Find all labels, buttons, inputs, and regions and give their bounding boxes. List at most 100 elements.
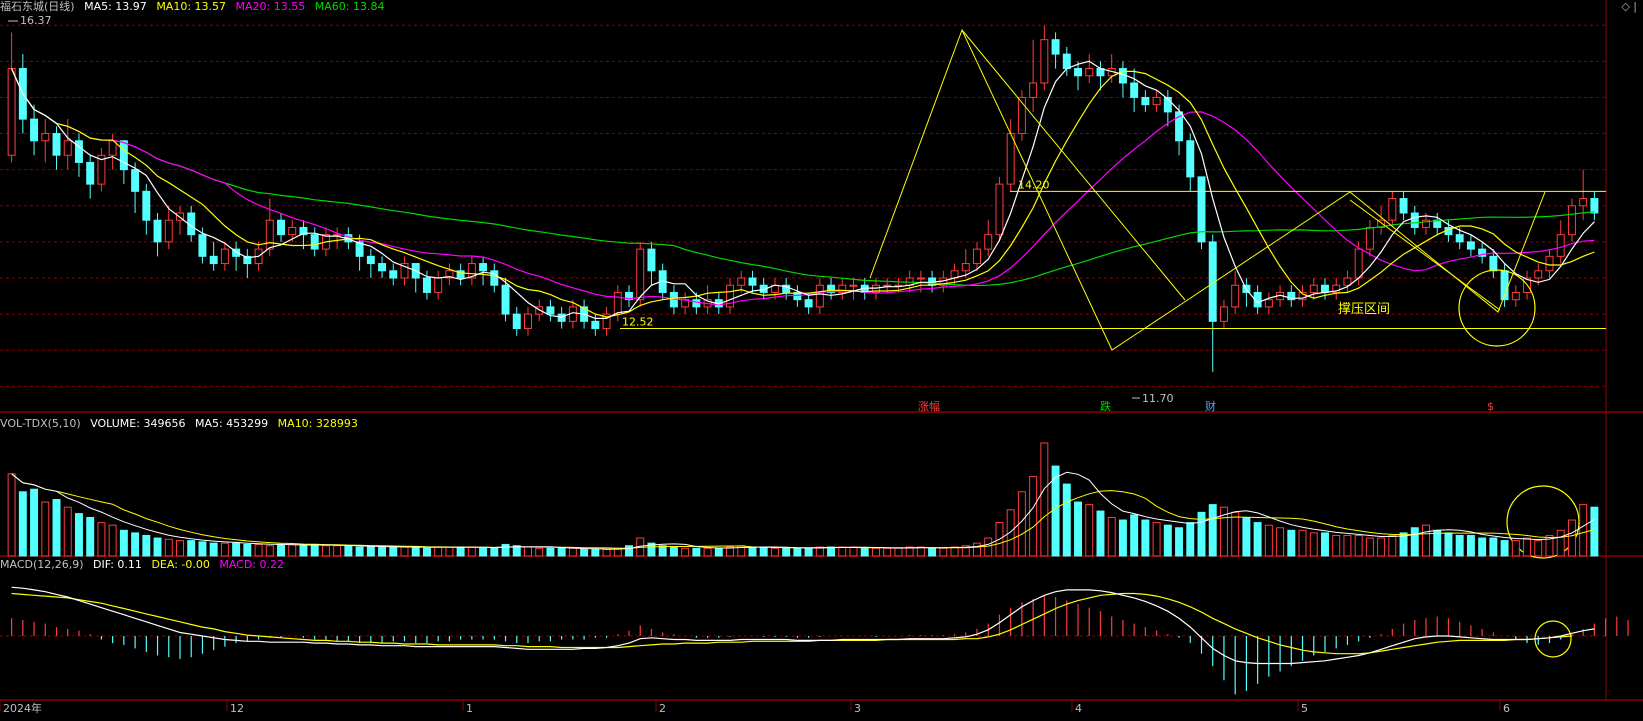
volume-bar: [1320, 532, 1329, 557]
collapse-icon[interactable]: |: [1633, 0, 1637, 13]
volume-bar: [557, 547, 566, 557]
volume-bar: [243, 543, 252, 557]
dif-line: [11, 586, 1595, 665]
candle-body: [1320, 284, 1329, 293]
volume-bar: [176, 540, 184, 557]
candle-body: [523, 313, 532, 330]
volume-bar: [321, 545, 330, 557]
macd-indicator-name: MACD(12,26,9): [0, 558, 84, 571]
volume-bar: [568, 547, 577, 557]
candle-body: [815, 284, 824, 308]
volume-bar: [187, 540, 196, 557]
volume-bar: [1006, 509, 1015, 557]
candle-body: [479, 263, 488, 272]
volume-bar: [681, 547, 690, 557]
volume-bar: [1186, 522, 1195, 557]
volume-bar: [1590, 506, 1599, 557]
volume-bar: [142, 534, 151, 557]
trend-line-2: [961, 29, 1186, 301]
low-price-label: 11.70: [1142, 392, 1174, 405]
volume-ma5-value: MA5: 453299: [194, 417, 269, 430]
volume-panel-header: VOL-TDX(5,10) VOLUME: 349656 MA5: 453299…: [0, 417, 364, 431]
candle-body: [973, 248, 981, 265]
panel-controls: ◇ |: [1621, 0, 1637, 13]
volume-bar: [669, 546, 678, 557]
volume-bar: [580, 549, 589, 557]
candle-body: [1062, 53, 1071, 70]
volume-bar: [153, 537, 162, 557]
volume-bar: [1231, 511, 1240, 557]
volume-bar: [1175, 527, 1184, 557]
volume-bar: [490, 547, 499, 557]
candle-body: [849, 284, 858, 287]
volume-bar: [400, 546, 409, 557]
volume-bar: [232, 542, 241, 557]
volume-bar: [41, 501, 50, 557]
volume-bar: [838, 546, 847, 557]
candle-body: [546, 306, 555, 315]
volume-bar: [344, 545, 353, 557]
volume-bar: [1511, 540, 1520, 557]
trend-zigzag: [869, 28, 1546, 351]
candle-body: [1074, 68, 1083, 77]
volume-bar: [86, 516, 95, 557]
x-axis-label: 3: [854, 702, 861, 715]
candle-body: [277, 219, 286, 236]
volume-bar: [1567, 519, 1576, 557]
volume-bar: [456, 546, 465, 557]
volume-bar: [1040, 442, 1049, 557]
candle-body: [1399, 198, 1408, 214]
volume-bar: [1118, 519, 1127, 557]
candle-body: [636, 248, 645, 301]
candle-body: [209, 255, 218, 265]
candle-body: [613, 291, 622, 315]
candle-body: [366, 255, 375, 265]
candle-body: [119, 140, 128, 171]
candle-body: [1455, 234, 1464, 243]
volume-bar: [871, 547, 880, 557]
candle-body: [7, 68, 16, 156]
candle-body: [1579, 198, 1588, 207]
ma10-value: MA10: 13.57: [156, 0, 227, 13]
expand-icon[interactable]: ◇: [1621, 0, 1629, 13]
volume-bar: [265, 545, 274, 557]
volume-ma10-value: MA10: 328993: [277, 417, 358, 430]
volume-bar: [97, 522, 106, 557]
volume-bar: [1478, 537, 1487, 557]
volume-bar: [770, 547, 779, 557]
volume-bar: [1062, 483, 1071, 557]
stock-chart: 14.2012.5216.3711.70撑压区间涨幅跌财 $2024年 12 1 2 3 4…: [0, 0, 1643, 715]
macd-value: MACD: 0.22: [219, 558, 285, 571]
volume-bar: [1343, 534, 1352, 557]
candle-body: [41, 133, 50, 142]
volume-bar: [164, 538, 173, 557]
volume-bar: [1489, 537, 1498, 557]
candle-body: [501, 284, 510, 315]
candle-body: [995, 183, 1004, 236]
volume-bar: [1388, 534, 1397, 557]
volume-bar: [355, 546, 364, 557]
volume-bar: [378, 546, 387, 557]
candle-body: [86, 161, 95, 185]
candle-body: [131, 169, 140, 192]
candle-body: [647, 248, 656, 272]
volume-bar: [288, 543, 297, 557]
candle-body: [692, 299, 701, 308]
volume-bar: [692, 547, 701, 557]
volume-bar: [52, 498, 61, 557]
volume-bar: [1466, 534, 1475, 557]
volume-bar: [714, 547, 723, 557]
zone-label: 撑压区间: [1338, 302, 1390, 317]
volume-bar: [299, 545, 308, 557]
candle-body: [1231, 284, 1240, 308]
volume-bar: [108, 524, 117, 557]
volume-bar: [658, 545, 667, 557]
candle-body: [984, 234, 993, 250]
volume-indicator-name: VOL-TDX(5,10): [0, 417, 81, 430]
volume-bar: [389, 546, 398, 557]
candle-body: [1590, 198, 1599, 214]
volume-bar: [1163, 524, 1172, 557]
volume-bar: [827, 546, 836, 557]
candle-body: [1006, 133, 1015, 185]
ma5-value: MA5: 13.97: [84, 0, 147, 13]
